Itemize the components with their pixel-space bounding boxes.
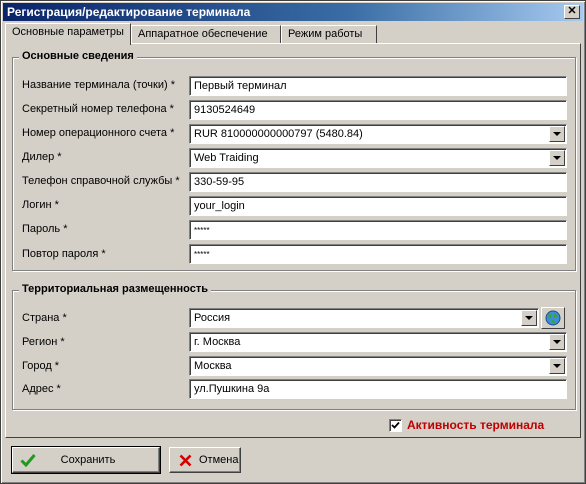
save-button[interactable]: Сохранить — [11, 446, 161, 474]
dropdown-button[interactable] — [549, 150, 565, 166]
tab-label: Основные параметры — [12, 26, 124, 38]
field-value: Москва — [194, 360, 232, 372]
cancel-button[interactable]: Отмена — [169, 447, 241, 473]
dialog-window: Регистрация/редактирование терминала ✕ О… — [0, 0, 586, 484]
chevron-down-icon — [553, 132, 561, 136]
field-value: ***** — [194, 226, 210, 235]
field-value: ***** — [194, 250, 210, 259]
password-input[interactable]: ***** — [189, 220, 567, 240]
field-value: Россия — [194, 312, 231, 324]
region-select[interactable]: г. Москва — [189, 332, 567, 352]
active-terminal-label: Активность терминала — [407, 418, 545, 432]
city-label: Город * — [22, 360, 60, 372]
globe-icon — [545, 310, 561, 326]
tab-label: Режим работы — [288, 28, 363, 40]
dealer-label: Дилер * — [22, 151, 62, 163]
tab-main-params[interactable]: Основные параметры — [5, 23, 131, 45]
active-terminal-checkbox[interactable] — [389, 418, 402, 432]
country-lookup-button[interactable] — [541, 307, 565, 329]
tab-strip: Основные параметры Аппаратное обеспечени… — [5, 23, 581, 45]
cancel-label: Отмена — [199, 454, 239, 466]
field-value: RUR 810000000000797 (5480.84) — [194, 128, 363, 140]
tab-hardware[interactable]: Аппаратное обеспечение — [131, 25, 281, 44]
tab-label: Аппаратное обеспечение — [138, 28, 268, 40]
address-label: Адрес * — [22, 383, 61, 395]
chevron-down-icon — [553, 340, 561, 344]
country-label: Страна * — [22, 312, 67, 324]
field-value: Web Traiding — [194, 152, 259, 164]
secret-phone-label: Секретный номер телефона * — [22, 103, 174, 115]
close-icon: ✕ — [567, 5, 577, 17]
dropdown-button[interactable] — [521, 310, 537, 326]
login-input[interactable]: your_login — [189, 196, 567, 216]
terminal-name-input[interactable]: Первый терминал — [189, 76, 567, 96]
close-button[interactable]: ✕ — [564, 5, 580, 19]
title-bar[interactable]: Регистрация/редактирование терминала ✕ — [3, 3, 583, 21]
region-label: Регион * — [22, 336, 65, 348]
field-value: 9130524649 — [194, 104, 256, 116]
account-select[interactable]: RUR 810000000000797 (5480.84) — [189, 124, 567, 144]
field-value: Первый терминал — [194, 80, 287, 92]
active-terminal-row[interactable]: Активность терминала — [389, 418, 544, 432]
chevron-down-icon — [553, 156, 561, 160]
country-select[interactable]: Россия — [189, 308, 539, 328]
group-title: Основные сведения — [19, 50, 137, 62]
window-title: Регистрация/редактирование терминала — [7, 5, 251, 19]
field-value: г. Москва — [194, 336, 241, 348]
password-repeat-input[interactable]: ***** — [189, 244, 567, 264]
secret-phone-input[interactable]: 9130524649 — [189, 100, 567, 120]
city-select[interactable]: Москва — [189, 356, 567, 376]
field-value: your_login — [194, 200, 245, 212]
support-phone-input[interactable]: 330-59-95 — [189, 172, 567, 192]
password-repeat-label: Повтор пароля * — [22, 248, 106, 260]
dropdown-button[interactable] — [549, 358, 565, 374]
support-phone-label: Телефон справочной службы * — [22, 175, 180, 187]
tab-work-mode[interactable]: Режим работы — [281, 25, 377, 44]
password-label: Пароль * — [22, 223, 68, 235]
dealer-select[interactable]: Web Traiding — [189, 148, 567, 168]
save-label: Сохранить — [60, 454, 116, 466]
checkmark-icon — [391, 421, 400, 429]
field-value: ул.Пушкина 9а — [194, 383, 270, 395]
group-title: Территориальная размещенность — [19, 283, 211, 295]
chevron-down-icon — [553, 364, 561, 368]
chevron-down-icon — [525, 316, 533, 320]
field-value: 330-59-95 — [194, 176, 245, 188]
address-input[interactable]: ул.Пушкина 9а — [189, 379, 567, 399]
account-label: Номер операционного счета * — [22, 127, 175, 139]
cross-icon — [174, 450, 196, 470]
login-label: Логин * — [22, 199, 59, 211]
check-icon — [17, 450, 39, 470]
dropdown-button[interactable] — [549, 126, 565, 142]
dropdown-button[interactable] — [549, 334, 565, 350]
terminal-name-label: Название терминала (точки) * — [22, 79, 175, 91]
